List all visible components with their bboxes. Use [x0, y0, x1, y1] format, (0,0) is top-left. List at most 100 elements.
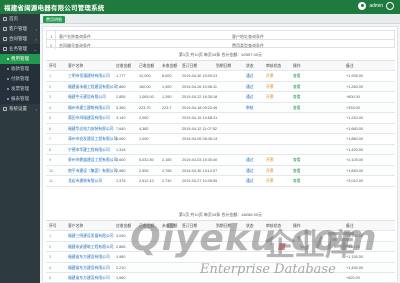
- table-cell-op[interactable]: 查看: [293, 158, 301, 163]
- table-cell-b: 4,380: [139, 126, 149, 131]
- filter-field[interactable]: 客户名称查询条件: [59, 34, 91, 40]
- table-cell-r: 开票: [266, 168, 274, 173]
- column-header[interactable]: 已收金额: [139, 224, 154, 229]
- user-name[interactable]: admin: [369, 3, 383, 9]
- table-cell-a: 1,777: [116, 74, 126, 78]
- table-cell-name[interactable]: 福建省东方建设有限公司: [68, 266, 110, 271]
- sidebar-subitem-reports[interactable]: 报表管理: [0, 94, 40, 104]
- column-header[interactable]: 审核状态: [266, 64, 281, 69]
- table-row[interactable]: 11 龙岩市建筑有限公司 1,376 2,612.10 2,740 2019-03-27 …: [46, 176, 395, 187]
- sidebar-item-settings[interactable]: 系统设置 ›: [0, 104, 40, 114]
- column-header[interactable]: 已收金额: [139, 64, 154, 69]
- table-cell-op[interactable]: 查看: [293, 106, 301, 111]
- column-header[interactable]: 序号: [49, 224, 57, 229]
- table-row[interactable]: 7 漳州市宏发建设工程有限公司 6,060 1,000 2019-04-09 08:45…: [46, 134, 395, 145]
- column-header[interactable]: 客户名称: [68, 64, 83, 69]
- table-row[interactable]: 6 福建华达电力安装有限公司 7,640 4,380 2019-04-12 11:07:…: [46, 123, 395, 134]
- bullet-icon: [7, 78, 9, 80]
- table-cell-op[interactable]: 查看: [293, 85, 301, 90]
- column-header[interactable]: 状态: [246, 64, 254, 69]
- tab-fee-details[interactable]: 费用明细: [43, 15, 65, 23]
- column-header[interactable]: 备注: [346, 224, 354, 229]
- sidebar-item-label: 付款管理: [11, 76, 29, 81]
- column-header[interactable]: 序号: [49, 64, 57, 69]
- table-row[interactable]: 8 宁德市华建工程有限公司 1,315 +1,420.00: [46, 144, 395, 155]
- table-cell-name[interactable]: 福建三明建设发展有限公司: [68, 234, 114, 239]
- column-header[interactable]: 未收金额: [162, 64, 177, 69]
- table-cell-name[interactable]: 三明市恒通建材有限公司: [68, 74, 110, 79]
- table-cell-name[interactable]: 福建华达电力安装有限公司: [68, 127, 114, 132]
- column-header[interactable]: 审核状态: [266, 224, 281, 229]
- table-cell-op[interactable]: 查看: [293, 179, 301, 184]
- table-cell-a: 6,060: [116, 137, 126, 141]
- gear-icon: [3, 107, 7, 111]
- table-cell-amt: +1,430.00: [346, 265, 363, 270]
- table-cell-r: 开票: [266, 74, 274, 78]
- table-cell-name[interactable]: 福建省东方建设有限公司: [68, 255, 110, 260]
- column-header[interactable]: 应收金额: [116, 64, 131, 69]
- column-header[interactable]: 操作: [293, 224, 301, 229]
- table-row[interactable]: 1 福建三明建设发展有限公司 3,040 +1,390.00: [46, 231, 395, 242]
- table-cell-b: 2,505: [139, 168, 149, 173]
- sidebar-item-business[interactable]: 业务管理 ⌄: [0, 44, 40, 54]
- table-cell-name[interactable]: 福建省东方建设有限公司: [68, 276, 110, 281]
- table-row[interactable]: 2 福建永安建筑工程有限公司 2,865 +960.00: [46, 241, 395, 252]
- home-icon: [3, 17, 7, 21]
- column-header[interactable]: 客户名称: [68, 224, 83, 229]
- table-cell-name[interactable]: 宁德市华建工程有限公司: [68, 148, 110, 153]
- sidebar-item-home[interactable]: 首页: [0, 14, 40, 24]
- table-cell-op[interactable]: 查看: [293, 169, 301, 174]
- filter-field[interactable]: 客户地址查询条件: [232, 34, 264, 40]
- power-icon[interactable]: [386, 2, 394, 10]
- column-header[interactable]: 操作: [293, 64, 301, 69]
- column-header[interactable]: 到期日期: [216, 224, 231, 229]
- table-cell-num: 6: [49, 126, 52, 131]
- table-row[interactable]: 3 福建中天建设有限公司 2,855 1,065.00 1,390 2019-04-22 …: [46, 92, 395, 103]
- table-row[interactable]: 1 三明市恒通建材有限公司 1,777 12,000 8,000 2019-04-30 1…: [46, 71, 395, 82]
- column-header[interactable]: 备注: [346, 64, 354, 69]
- sidebar-subitem-receipts[interactable]: 收款管理: [0, 64, 40, 74]
- table-cell-a: 2,210: [116, 265, 126, 270]
- table-cell-d: 2019-03-30 13:12:07: [182, 168, 218, 173]
- table-cell-name[interactable]: 福州市建工建筑有限公司: [68, 106, 110, 111]
- column-header[interactable]: 签订日期: [182, 64, 197, 69]
- table-row[interactable]: 3 福建省东方建设有限公司 1,980 +1,155.00: [46, 252, 395, 263]
- filter-panel: 1 客户名称查询条件 客户地址查询条件 2 合同编号查询条件 费用类型查询条件: [46, 30, 395, 49]
- filter-field[interactable]: 合同编号查询条件: [59, 43, 91, 49]
- column-header[interactable]: 状态: [246, 224, 254, 229]
- table-row[interactable]: 4 福州市建工建筑有限公司 3,360 223.70 223.7 2019-04-18 0…: [46, 102, 395, 113]
- table-cell-a: 3,040: [116, 234, 126, 238]
- sidebar-subitem-fees[interactable]: 费用管理: [0, 54, 40, 64]
- table-row[interactable]: 2 福建省永福工程建设有限公司 7,860 160.00 1,400 2019-04-26…: [46, 81, 395, 92]
- sidebar-subitem-invoices[interactable]: 发票管理: [0, 84, 40, 94]
- column-header[interactable]: 到期日期: [216, 64, 231, 69]
- table-row[interactable]: 5 莆田市鸿瑞建设有限公司 3,140 2,050 2019-04-15 14:58:3…: [46, 113, 395, 124]
- table-cell-d: 2019-04-18 09:22:46: [182, 105, 218, 110]
- sidebar-item-contracts[interactable]: 合同管理 ›: [0, 34, 40, 44]
- table-row[interactable]: 9 泉州市鼎盛建设工程有限公司 3,600 5,032.50 2,165 2019-04-…: [46, 155, 395, 166]
- column-header[interactable]: 签订日期: [182, 224, 197, 229]
- table-cell-name[interactable]: 福建中天建设有限公司: [68, 95, 106, 100]
- table-cell-op[interactable]: 查看: [293, 74, 301, 79]
- table-row[interactable]: 4 福建省东方建设有限公司 2,210 +1,430.00: [46, 262, 395, 273]
- table-header: 序号 客户名称 应收金额 已收金额 未收金额 签订日期 到期日期 状态 审核状态 操作 备注: [46, 61, 395, 71]
- table-cell-name[interactable]: 莆田市鸿瑞建设有限公司: [68, 116, 110, 121]
- table-row[interactable]: 5 福建省东方建设有限公司 1,560 +820.00: [46, 273, 395, 282]
- column-header[interactable]: 未收金额: [162, 224, 177, 229]
- table-cell-d: 2019-04-26 10:06:11: [182, 84, 217, 89]
- table-cell-name[interactable]: 泉州市鼎盛建设工程有限公司: [68, 158, 117, 163]
- table-row[interactable]: 10 南平市建设（集团）有限公司 2,580 2,505 2,765 2019-03-30…: [46, 165, 395, 176]
- user-icon[interactable]: [358, 2, 367, 10]
- table-cell-name[interactable]: 福建永安建筑工程有限公司: [68, 245, 114, 250]
- bullet-icon: [7, 58, 9, 60]
- table-cell-name[interactable]: 南平市建设（集团）有限公司: [68, 169, 117, 174]
- sidebar-item-customers[interactable]: 客户管理 ›: [0, 24, 40, 34]
- tab-bar: 费用明细: [40, 14, 400, 24]
- table-cell-op[interactable]: 查看: [293, 95, 301, 100]
- column-header[interactable]: 应收金额: [116, 224, 131, 229]
- table-cell-name[interactable]: 龙岩市建筑有限公司: [68, 179, 102, 184]
- filter-field[interactable]: 费用类型查询条件: [232, 43, 264, 49]
- table-cell-name[interactable]: 福建省永福工程建设有限公司: [68, 85, 117, 90]
- sidebar-subitem-payments[interactable]: 付款管理: [0, 74, 40, 84]
- table-cell-name[interactable]: 漳州市宏发建设工程有限公司: [68, 137, 117, 142]
